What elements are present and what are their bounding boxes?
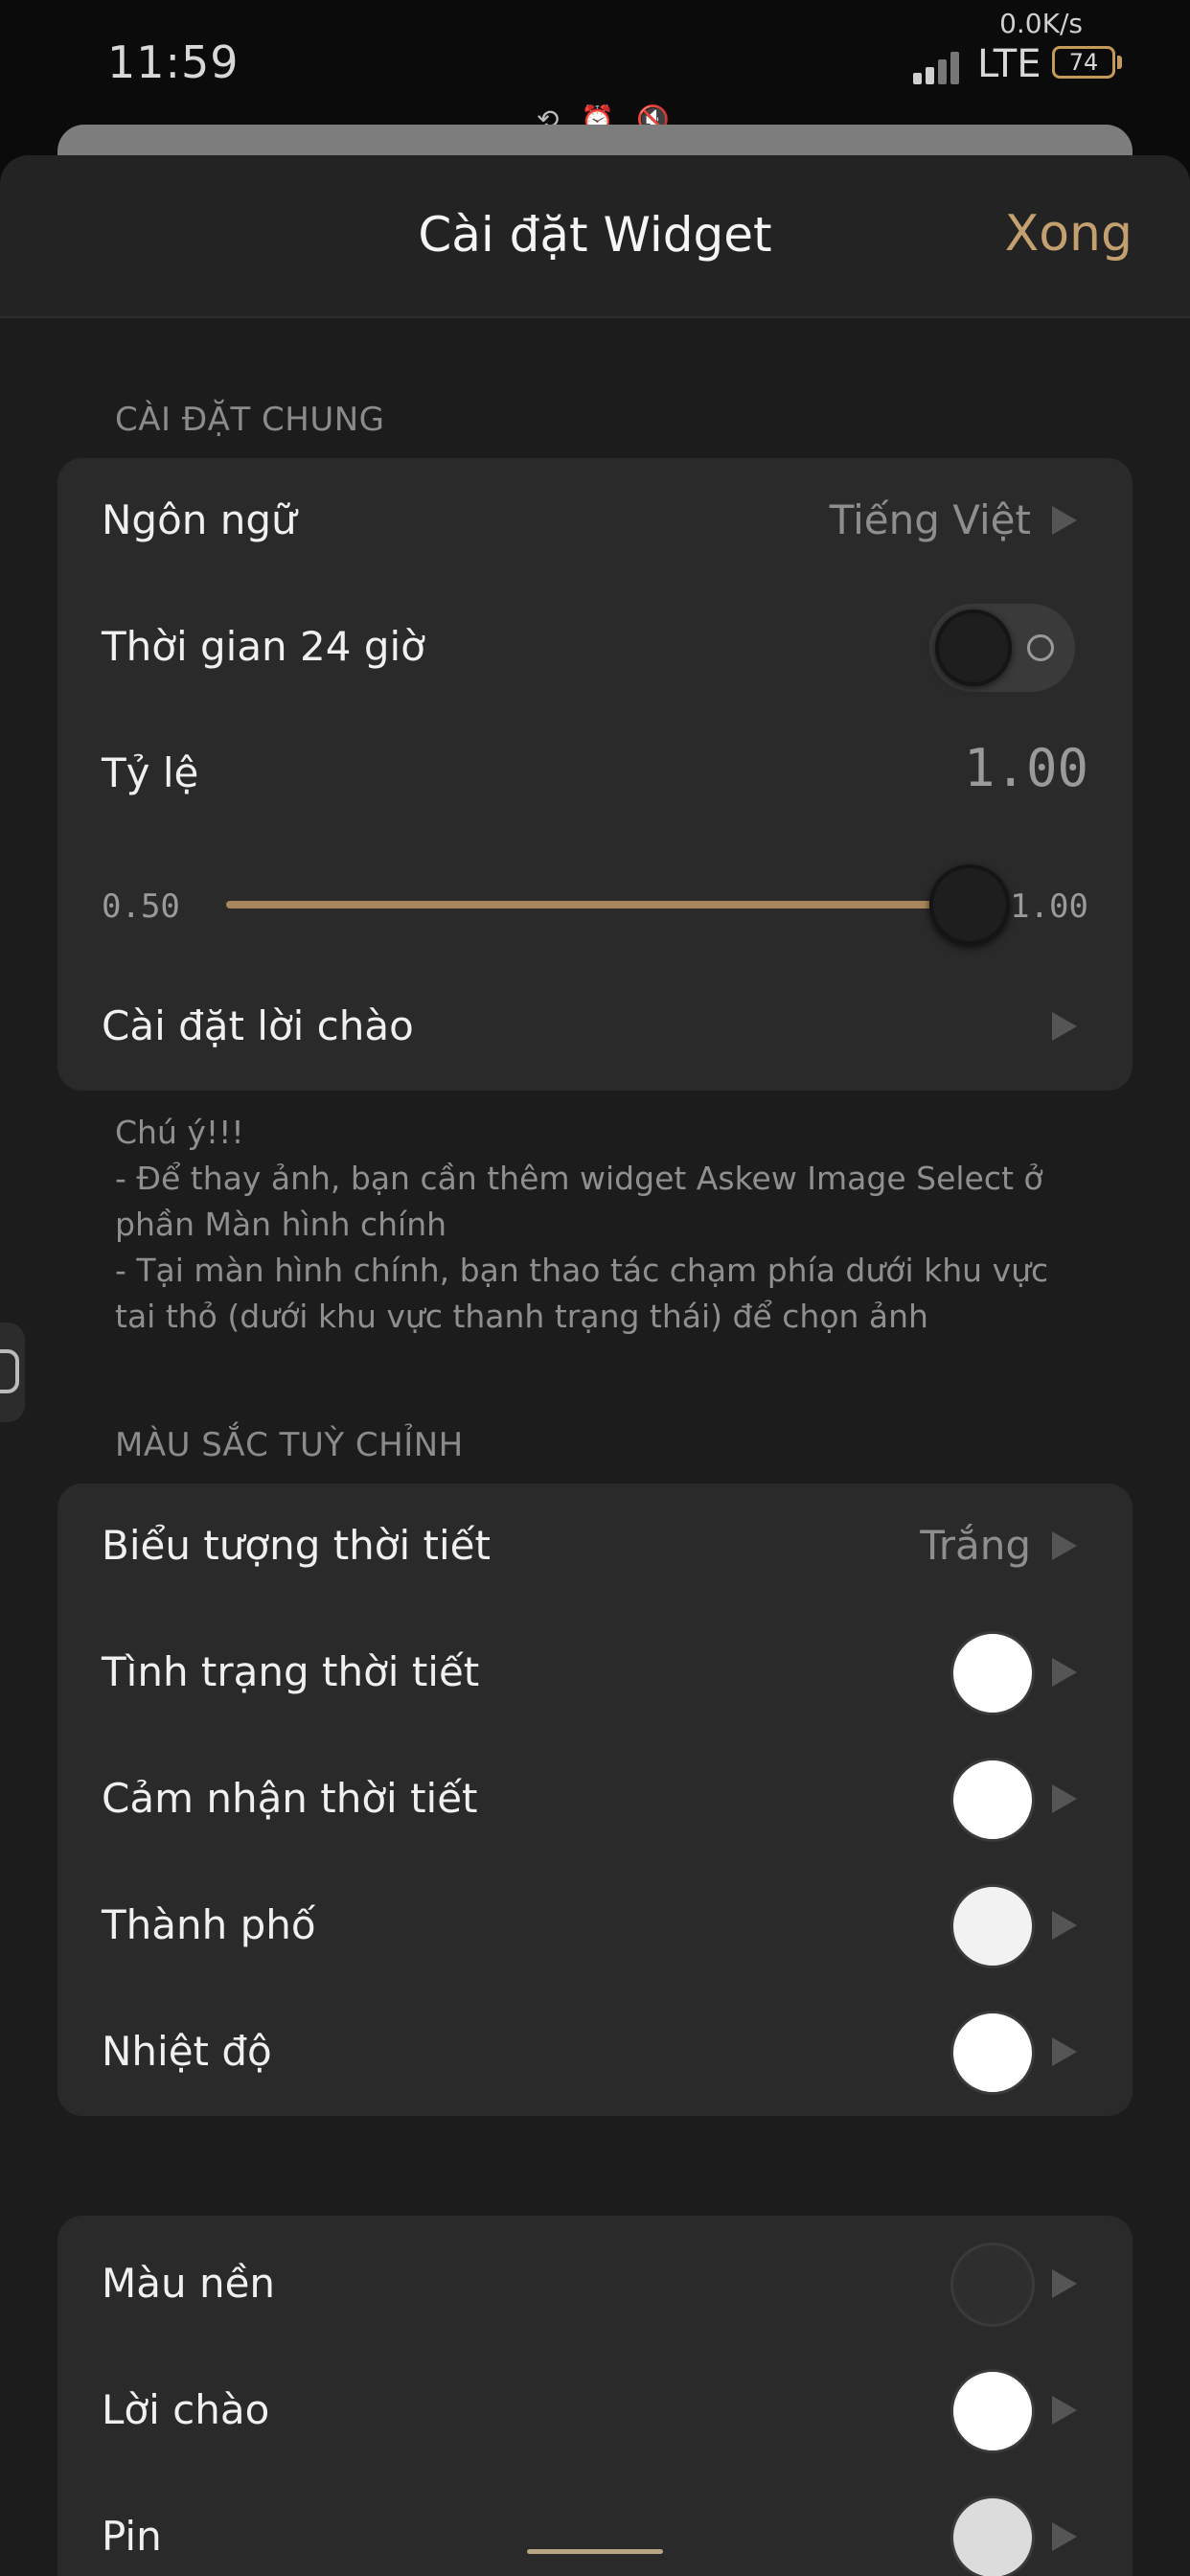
color-row-label: Lời chào xyxy=(102,2386,270,2433)
chevron-right-icon xyxy=(1052,1012,1077,1041)
color-row-label: Tình trạng thời tiết xyxy=(102,1648,480,1695)
greeting-settings-label: Cài đặt lời chào xyxy=(102,1002,414,1049)
scale-slider-row: 0.50 1.00 xyxy=(57,838,1133,964)
slider-thumb[interactable] xyxy=(929,864,1010,945)
color-row-label: Nhiệt độ xyxy=(102,2028,272,2075)
general-settings-card: Ngôn ngữ Tiếng Việt Thời gian 24 giờ Tỷ … xyxy=(57,458,1133,1091)
sheet-header: Cài đặt Widget Xong xyxy=(0,155,1190,318)
color-row-label: Thành phố xyxy=(102,1901,316,1948)
battery-tip xyxy=(1117,56,1122,69)
color-row-label: Pin xyxy=(102,2513,162,2560)
battery-icon: 74 xyxy=(1052,46,1115,79)
status-time: 11:59 xyxy=(107,36,240,88)
color-row[interactable]: Cảm nhận thời tiết xyxy=(57,1736,1133,1863)
color-swatch xyxy=(950,2369,1035,2453)
colors-card: Biểu tượng thời tiết Trắng Tình trạng th… xyxy=(57,1484,1133,2116)
color-row[interactable]: Tình trạng thời tiết xyxy=(57,1610,1133,1736)
weather-icon-row[interactable]: Biểu tượng thời tiết Trắng xyxy=(57,1484,1133,1610)
chevron-right-icon xyxy=(1052,1784,1077,1813)
slider-min-label: 0.50 xyxy=(102,887,180,926)
language-label: Ngôn ngữ xyxy=(102,496,297,543)
toggle-knob xyxy=(935,610,1012,686)
floating-side-handle[interactable] xyxy=(0,1322,25,1422)
language-row[interactable]: Ngôn ngữ Tiếng Việt xyxy=(57,458,1133,585)
signal-icon xyxy=(913,50,963,84)
time24-toggle[interactable] xyxy=(929,604,1075,692)
note-line: - Tại màn hình chính, bạn thao tác chạm … xyxy=(115,1252,1059,1335)
greeting-settings-row[interactable]: Cài đặt lời chào xyxy=(57,964,1133,1091)
weather-icon-label: Biểu tượng thời tiết xyxy=(102,1522,491,1569)
colors-card-2: Màu nền Lời chào Pin xyxy=(57,2216,1133,2576)
network-type: LTE xyxy=(977,42,1041,86)
chevron-right-icon xyxy=(1052,1658,1077,1687)
color-swatch xyxy=(950,2011,1035,2095)
general-section-label: CÀI ĐẶT CHUNG xyxy=(115,401,385,439)
screen: 11:59 0.0K/s LTE 74 ⟲ ⏰ 🔇 Cài đặt Widget… xyxy=(0,0,1190,2576)
note-text: Chú ý!!! - Để thay ảnh, bạn cần thêm wid… xyxy=(115,1110,1092,1340)
time24-row: Thời gian 24 giờ xyxy=(57,585,1133,711)
chevron-right-icon xyxy=(1052,506,1077,535)
time24-label: Thời gian 24 giờ xyxy=(102,623,425,670)
chevron-right-icon xyxy=(1052,2396,1077,2425)
color-row[interactable]: Thành phố xyxy=(57,1863,1133,1990)
note-line: Chú ý!!! xyxy=(115,1114,244,1151)
color-swatch xyxy=(950,1758,1035,1842)
color-swatch xyxy=(950,1884,1035,1968)
color-row[interactable]: Nhiệt độ xyxy=(57,1990,1133,2116)
network-speed: 0.0K/s xyxy=(999,8,1083,39)
status-bar: 11:59 0.0K/s LTE 74 ⟲ ⏰ 🔇 xyxy=(0,0,1190,135)
scale-slider[interactable] xyxy=(226,864,1010,945)
color-swatch xyxy=(950,2242,1035,2327)
color-row[interactable]: Màu nền xyxy=(57,2221,1133,2348)
color-row-label: Màu nền xyxy=(102,2260,276,2307)
color-row-label: Cảm nhận thời tiết xyxy=(102,1775,478,1822)
chevron-right-icon xyxy=(1052,1531,1077,1560)
language-value: Tiếng Việt xyxy=(829,496,1031,543)
scale-label: Tỷ lệ xyxy=(102,749,199,796)
color-row[interactable]: Pin xyxy=(57,2474,1133,2576)
color-swatch xyxy=(950,2496,1035,2576)
settings-sheet: Cài đặt Widget Xong CÀI ĐẶT CHUNG Ngôn n… xyxy=(0,155,1190,2576)
chevron-right-icon xyxy=(1052,1911,1077,1940)
slider-max-label: 1.00 xyxy=(1010,887,1088,926)
scale-value: 1.00 xyxy=(963,738,1088,798)
note-line: - Để thay ảnh, bạn cần thêm widget Askew… xyxy=(115,1160,1054,1243)
chevron-right-icon xyxy=(1052,2522,1077,2551)
color-swatch xyxy=(950,1631,1035,1715)
colors-section-label: MÀU SẮC TUỲ CHỈNH xyxy=(115,1426,464,1464)
slider-fill xyxy=(226,901,983,908)
toggle-off-icon xyxy=(1027,634,1054,661)
handle-icon xyxy=(0,1349,19,1393)
weather-icon-value: Trắng xyxy=(920,1522,1031,1569)
chevron-right-icon xyxy=(1052,2037,1077,2066)
scale-row: Tỷ lệ 1.00 xyxy=(57,711,1133,838)
color-row[interactable]: Lời chào xyxy=(57,2348,1133,2474)
done-button[interactable]: Xong xyxy=(1005,205,1133,263)
home-indicator[interactable] xyxy=(527,2549,663,2554)
chevron-right-icon xyxy=(1052,2269,1077,2298)
